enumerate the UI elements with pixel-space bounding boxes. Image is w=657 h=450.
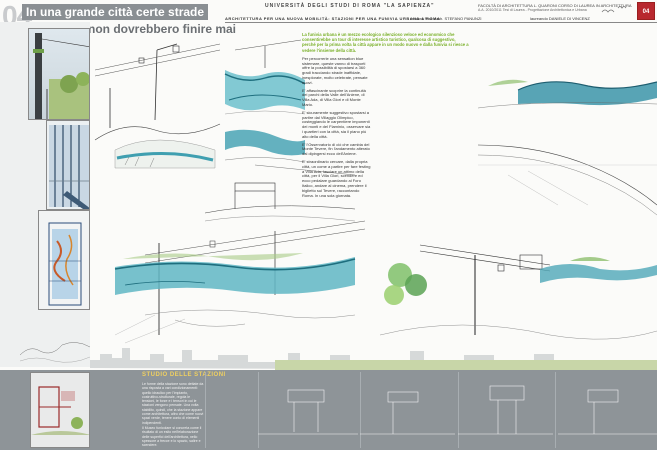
body-paragraph: E' l'Osservatorio di ciò che cambia del … [302,141,370,157]
station-model-photo [30,372,90,448]
sketch-cable-car-trees [379,244,657,340]
terrain-sketch-left [19,342,91,363]
presentation-sheet: 04 In una grande città certe strade non … [0,0,657,450]
relatore: relatore Prof. Arch. STEFANO PANUNZI [410,16,482,21]
sketch-slope-tracks [477,144,657,216]
header-divider [225,22,657,23]
stations-description-2: Il Museo funicolare si concreta come il … [142,426,202,448]
station-axonometric-photo [38,210,90,310]
university-name: UNIVERSITÀ DEGLI STUDI DI ROMA "LA SAPIE… [265,3,435,9]
academic-year: A.A. 2010/2011 Tesi di Laurea - Progetta… [478,8,587,12]
accent-bar [275,360,657,370]
lead-paragraph: La funivia urbana è un mezzo ecologico s… [302,32,469,53]
stations-description: Le forme della stazione sono dettate da … [142,382,204,425]
station-panel-1 [205,372,255,448]
sketch-river-panorama-right [477,79,657,109]
body-paragraph: Per percorrerle una sensation blue siste… [302,55,368,85]
laureando: laureando DANIELE DI VINCENZ [530,16,590,21]
project-title: ARCHITETTURA PER UNA NUOVA MOBILITÀ: STA… [225,16,441,21]
university-logo: 04 [637,2,655,20]
station-render-photo [28,28,90,120]
birds-icon [601,6,627,13]
title-line-2: non dovrebbero finire mai [88,22,237,36]
station-elevation-photo [46,120,90,210]
station-sketches [258,385,657,435]
text-column: La funivia urbana è un mezzo ecologico s… [302,32,470,201]
sketch-pylon-valley [94,43,221,169]
body-paragraph: E' straordinario cercare, dalla propria … [302,158,371,198]
title-line-1: In una grande città certe strade [22,4,209,20]
body-paragraph: E' affascinante scoprire la continuità d… [302,87,366,107]
body-paragraph: E' sicuramente suggestivo spostarsi a pa… [302,109,371,139]
sketch-river-bend-1 [224,39,306,115]
sketch-river-panorama [114,220,366,344]
